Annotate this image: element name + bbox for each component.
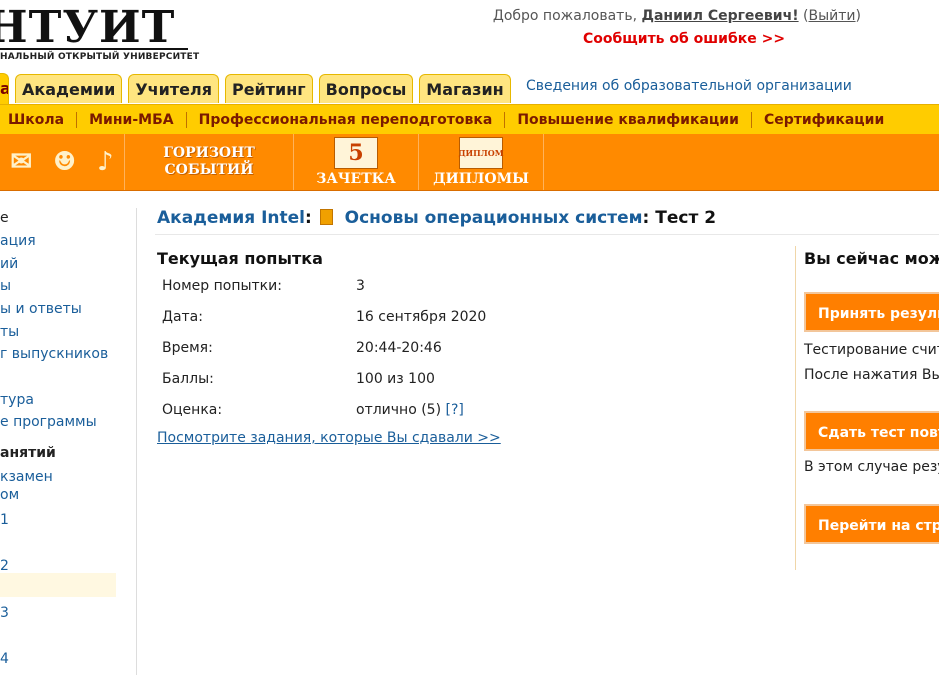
secondary-nav: Школа Мини-МБА Профессиональная переподг… [0,104,939,136]
horizon-line2: СОБЫТИЙ [164,162,254,178]
logo-divider [0,48,188,50]
tab-teachers[interactable]: Учителя [128,74,219,103]
accept-warning: После нажатия Вы н [804,367,939,383]
gradebook-button[interactable]: 5 ЗАЧЕТКА [294,134,419,190]
university-logo[interactable]: НТУИТ НАЛЬНЫЙ ОТКРЫТЫЙ УНИВЕРСИТЕТ [0,6,200,68]
sidebar-item[interactable]: кзамен [0,469,53,485]
bell-icon[interactable]: ♪ [97,147,114,177]
goto-page-button[interactable]: Перейти на стра [804,504,939,544]
course-sidebar: е ация ий ы ы и ответы ты г выпускников … [0,208,118,675]
breadcrumb-separator: : [304,208,312,228]
subnav-certification[interactable]: Сертификации [752,112,896,128]
sidebar-item[interactable]: е программы [0,414,97,430]
banner-icons: ✉ ☻ ♪ [0,134,125,190]
main-tabs: а Академии Учителя Рейтинг Вопросы Магаз… [0,73,517,104]
view-tasks-link[interactable]: Посмотрите задания, которые Вы сдавали >… [157,430,501,446]
horizon-line1: ГОРИЗОНТ [163,145,255,161]
accept-description: Тестирование счита [804,342,939,358]
logo-text: НТУИТ [0,6,176,53]
sidebar-item[interactable]: ий [0,256,18,272]
gradebook-label: ЗАЧЕТКА [316,171,396,187]
subnav-retraining[interactable]: Профессиональная переподготовка [187,112,505,128]
user-name-link[interactable]: Даниил Сергеевич! [641,8,798,24]
actions-title: Вы сейчас мож [804,249,939,268]
attempt-score-label: Баллы: [162,371,214,387]
attempt-time-value: 20:44-20:46 [356,340,442,356]
sidebar-item[interactable]: 1 [0,512,9,528]
tab-academies[interactable]: Академии [15,74,123,103]
attempt-date-label: Дата: [162,309,203,325]
sidebar-item[interactable]: ация [0,233,36,249]
mail-icon[interactable]: ✉ [10,147,32,177]
logo-subtitle: НАЛЬНЫЙ ОТКРЫТЫЙ УНИВЕРСИТЕТ [0,52,200,62]
attempt-number-value: 3 [356,278,365,294]
logout-link[interactable]: Выйти [809,8,856,24]
subnav-mini-mba[interactable]: Мини-МБА [77,112,185,128]
report-error-link[interactable]: Сообщить об ошибке >> [583,31,785,47]
retake-description: В этом случае резул [804,459,939,475]
events-horizon-button[interactable]: ГОРИЗОНТ СОБЫТИЙ [125,134,294,190]
sidebar-item[interactable]: 2 [0,558,9,574]
tab-questions[interactable]: Вопросы [318,74,414,103]
attempt-grade-value: отлично (5) [?] [356,402,464,418]
grade-help-link[interactable]: [?] [446,402,464,418]
sidebar-divider [136,208,137,675]
diplomas-button[interactable]: ДИПЛОМ ДИПЛОМЫ [419,134,544,190]
attempt-number-label: Номер попытки: [162,278,282,294]
banner: ✉ ☻ ♪ ГОРИЗОНТ СОБЫТИЙ 5 ЗАЧЕТКА ДИПЛОМ … [0,134,939,191]
gradebook-icon: 5 [334,137,378,169]
sidebar-item[interactable]: ы и ответы [0,301,82,317]
actions-panel: Вы сейчас мож Принять резуль Тестировани… [795,246,939,570]
breadcrumb: Академия Intel: Основы операционных сист… [157,208,716,228]
subnav-school[interactable]: Школа [0,112,76,128]
diploma-icon: ДИПЛОМ [458,137,504,169]
breadcrumb-separator: : [642,208,650,228]
sidebar-item[interactable]: ом [0,487,19,503]
tab-shop[interactable]: Магазин [419,74,511,103]
tab-university[interactable]: а [0,73,9,104]
tab-rating[interactable]: Рейтинг [224,74,313,103]
breadcrumb-course[interactable]: Основы операционных систем [345,208,643,228]
attempt-title: Текущая попытка [157,249,323,268]
breadcrumb-academy[interactable]: Академия Intel [157,208,305,228]
sidebar-item[interactable]: тура [0,392,34,408]
sidebar-item: е [0,210,9,226]
welcome-prefix: Добро пожаловать, [492,8,638,24]
sidebar-item[interactable]: ы [0,278,11,294]
attempt-score-value: 100 из 100 [356,371,435,387]
sidebar-item[interactable]: г выпускников [0,346,108,362]
people-icon[interactable]: ☻ [53,147,76,177]
sidebar-item[interactable]: 4 [0,651,9,667]
book-icon [319,209,333,225]
attempt-grade-label: Оценка: [162,402,223,418]
accept-result-button[interactable]: Принять резуль [804,292,939,332]
attempt-time-label: Время: [162,340,213,356]
subnav-qualification[interactable]: Повышение квалификации [505,112,751,128]
sidebar-heading: анятий [0,445,56,461]
grade-text: отлично (5) [356,402,442,418]
breadcrumb-test: Тест 2 [655,208,717,228]
welcome-message: Добро пожаловать, Даниил Сергеевич! (Вый… [492,8,861,24]
org-info-link[interactable]: Сведения об образовательной организации [526,78,852,94]
retake-test-button[interactable]: Сдать тест повт [804,411,939,451]
sidebar-item[interactable]: ты [0,324,19,340]
attempt-date-value: 16 сентября 2020 [356,309,487,325]
breadcrumb-divider [155,234,939,235]
sidebar-item[interactable]: 3 [0,605,9,621]
diplomas-label: ДИПЛОМЫ [433,171,529,187]
